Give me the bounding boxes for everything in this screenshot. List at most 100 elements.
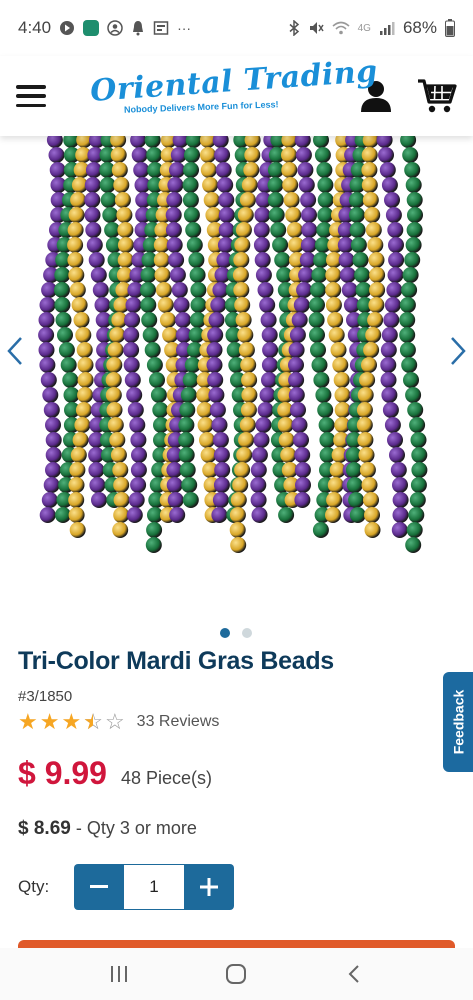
product-sku: #3/1850: [18, 688, 73, 705]
bead: [330, 342, 347, 358]
bead: [251, 507, 268, 523]
bead: [113, 177, 130, 193]
bead: [105, 372, 122, 388]
bead: [42, 387, 59, 403]
star-full-icon: ★: [39, 709, 60, 734]
bead: [260, 312, 277, 328]
cart-icon[interactable]: [417, 78, 457, 114]
quantity-stepper: [74, 864, 234, 910]
bead: [281, 136, 298, 148]
bead: [67, 237, 84, 253]
bead: [282, 177, 299, 193]
carousel-dot[interactable]: [220, 628, 230, 638]
bead: [361, 162, 378, 178]
bead: [146, 147, 163, 163]
bead: [405, 537, 422, 553]
bead: [317, 207, 334, 223]
bead: [206, 342, 223, 358]
brand-logo[interactable]: Oriental Trading Nobody Delivers More Fu…: [88, 54, 379, 124]
status-bar: 4:40 ··· 4G 68%: [0, 0, 473, 56]
bead: [300, 237, 317, 253]
bulk-price: $ 8.69: [18, 818, 71, 839]
bead: [235, 222, 252, 238]
bead: [68, 477, 85, 493]
bead: [178, 447, 195, 463]
bead: [39, 297, 56, 313]
bead: [90, 267, 107, 283]
bead: [261, 327, 278, 343]
bead: [410, 477, 427, 493]
bead: [237, 207, 254, 223]
status-left: 4:40 ···: [18, 18, 191, 38]
bead: [327, 477, 344, 493]
bead: [261, 372, 277, 388]
bead: [75, 327, 92, 343]
bead: [361, 147, 378, 163]
bead: [129, 417, 146, 433]
bead: [130, 136, 147, 148]
product-image[interactable]: [0, 136, 473, 616]
bead: [70, 447, 87, 463]
bead: [182, 192, 199, 208]
bead: [294, 136, 311, 148]
bead: [333, 372, 350, 388]
home-icon[interactable]: [216, 954, 256, 994]
feedback-tab[interactable]: Feedback: [443, 672, 473, 772]
bead: [364, 507, 380, 523]
bead: [368, 297, 385, 313]
quantity-input[interactable]: [124, 864, 184, 910]
star-half-icon: ☆★: [83, 709, 103, 734]
bead: [362, 192, 379, 208]
bead: [277, 417, 294, 433]
bead: [286, 222, 303, 238]
bead: [294, 462, 311, 478]
bead: [402, 147, 419, 163]
bead: [346, 477, 363, 493]
bead: [385, 207, 402, 223]
bead: [251, 447, 268, 463]
bead: [102, 207, 119, 223]
bead: [409, 492, 426, 508]
next-image-arrow-icon[interactable]: [445, 334, 471, 368]
bead: [313, 372, 330, 388]
beads-illustration: [38, 136, 428, 553]
reviews-link[interactable]: 33 Reviews: [137, 713, 220, 731]
product-page: 4:40 ··· 4G 68% Oriental Trading Nobody: [0, 0, 473, 1000]
account-icon: [107, 20, 123, 36]
bead: [218, 222, 235, 238]
increase-qty-button[interactable]: [184, 864, 234, 910]
bead: [290, 402, 306, 418]
previous-image-arrow-icon[interactable]: [2, 334, 28, 368]
bead: [144, 342, 161, 358]
bead: [212, 492, 229, 508]
bead: [99, 177, 116, 193]
bead: [392, 507, 409, 523]
bead: [301, 222, 318, 238]
decrease-qty-button[interactable]: [74, 864, 124, 910]
product-title: Tri-Color Mardi Gras Beads: [18, 647, 334, 675]
bead: [58, 342, 75, 358]
bead: [189, 267, 206, 283]
bead: [45, 447, 62, 463]
bead: [38, 327, 55, 343]
bead: [380, 342, 397, 358]
bead: [74, 417, 91, 433]
system-nav-bar: [0, 948, 473, 1000]
bead: [112, 462, 129, 478]
bead: [267, 177, 284, 193]
bead: [110, 447, 127, 463]
more-icon: ···: [177, 20, 192, 36]
bead: [325, 267, 342, 283]
bead: [318, 417, 335, 433]
bead: [57, 327, 73, 343]
carousel-dot[interactable]: [242, 628, 252, 638]
bead: [89, 477, 106, 493]
menu-icon[interactable]: [16, 85, 46, 107]
bead: [376, 136, 393, 148]
back-icon[interactable]: [334, 954, 374, 994]
bead: [294, 447, 311, 463]
bead: [140, 282, 156, 298]
bead: [233, 282, 250, 298]
bead: [325, 282, 342, 298]
recents-icon[interactable]: [99, 954, 139, 994]
